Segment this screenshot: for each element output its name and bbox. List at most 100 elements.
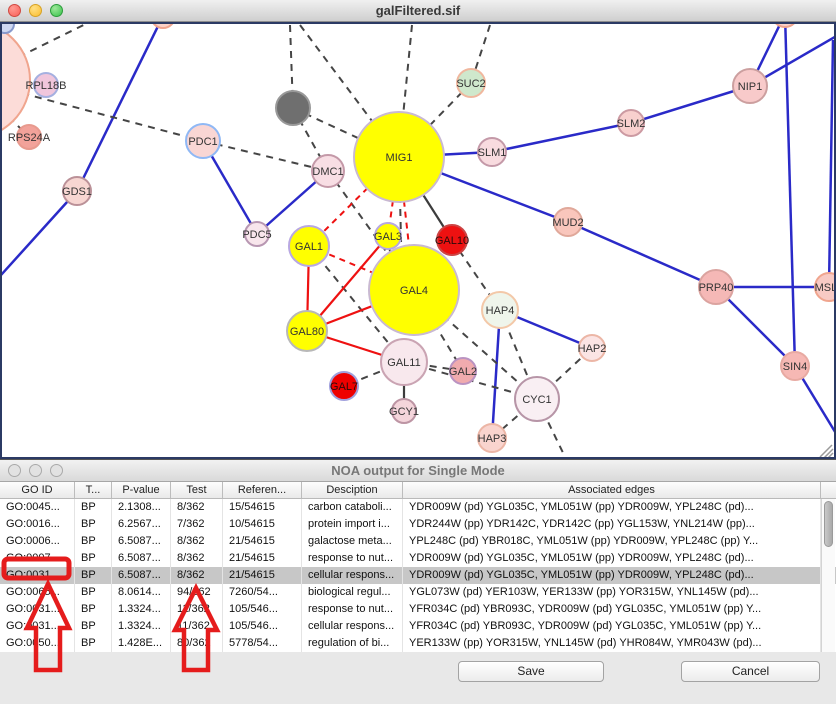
table-row[interactable]: GO:0065...BP8.0614...94/3627260/54...bio… [0,584,836,601]
node-GAL10[interactable]: GAL10 [435,225,469,255]
table-cell: YDR009W (pd) YGL035C, YML051W (pp) YDR00… [403,499,821,516]
table-cell: response to nut... [302,601,403,618]
edge-blue[interactable] [492,310,500,438]
edges-layer [0,22,836,459]
table-cell: 11/362 [171,618,223,635]
node-label: SIN4 [783,361,807,373]
table-cell: 6.5087... [112,567,171,584]
node-label: GDS1 [62,186,92,198]
node-MSL1[interactable]: MSL1 [815,273,836,301]
edge-blue[interactable] [568,222,716,287]
network-titlebar[interactable]: galFiltered.sif [0,0,836,22]
node-GAL4[interactable]: GAL4 [369,245,459,335]
node-GAL11[interactable]: GAL11 [381,339,427,385]
resize-grip-icon[interactable] [820,445,833,458]
table-body: GO:0045...BP2.1308...8/36215/54615carbon… [0,499,836,652]
table-header: GO IDT...P-valueTestReferen...Desciption… [0,482,836,499]
node-DMC1[interactable]: DMC1 [312,155,344,187]
edge-blue[interactable] [829,40,833,287]
node-label: CYC1 [522,394,551,406]
noa-window-title: NOA output for Single Mode [0,460,836,482]
node-label: MIG1 [386,152,413,164]
table-cell: YPL248C (pd) YBR018C, YML051W (pp) YDR00… [403,533,821,550]
node-HAP4[interactable]: HAP4 [482,292,518,328]
column-header-referen-[interactable]: Referen... [223,482,302,498]
node-NIP1[interactable]: NIP1 [733,69,767,103]
column-header-t-[interactable]: T... [75,482,112,498]
edge-blue[interactable] [492,123,631,152]
column-header-associated-edges[interactable]: Associated edges [403,482,821,498]
table-cell: GO:0007... [0,550,75,567]
table-cell: BP [75,584,112,601]
node-HAP3[interactable]: HAP3 [478,424,507,452]
edge-graydash[interactable] [203,141,328,171]
scrollbar-thumb[interactable] [824,501,833,547]
table-row[interactable]: GO:0031...BP6.5087...8/36221/54615cellul… [0,567,836,584]
table-cell: BP [75,567,112,584]
table-cell: YFR034C (pd) YBR093C, YDR009W (pd) YGL03… [403,601,821,618]
node-topfrag[interactable] [0,22,14,33]
cancel-button[interactable]: Cancel [681,661,820,682]
node-topright[interactable] [772,22,798,27]
node-HAP2[interactable]: HAP2 [578,335,607,361]
node-GAL80[interactable]: GAL80 [287,311,327,351]
node-GDS1[interactable]: GDS1 [62,177,92,205]
node-SLM2[interactable]: SLM2 [617,110,646,136]
node-GAL1[interactable]: GAL1 [289,226,329,266]
table-cell: 105/546... [223,601,302,618]
table-row[interactable]: GO:0031...BP1.3324...11/362105/546...res… [0,601,836,618]
save-button[interactable]: Save [458,661,604,682]
table-cell: GO:0006... [0,533,75,550]
column-header-go-id[interactable]: GO ID [0,482,75,498]
table-row[interactable]: GO:0050...BP1.428E...80/3625778/54...reg… [0,635,836,652]
column-header-test[interactable]: Test [171,482,223,498]
node-RPS24A[interactable]: RPS24A [8,125,51,149]
table-cell: GO:0031... [0,601,75,618]
node-GAL3[interactable]: GAL3 [374,223,402,249]
edge-blue[interactable] [785,22,795,366]
node-MUD2[interactable]: MUD2 [552,208,583,236]
node-SUC2[interactable]: SUC2 [456,69,485,97]
node-label: PDC5 [242,229,271,241]
table-row[interactable]: GO:0016...BP6.2567...7/36210/54615protei… [0,516,836,533]
node-label: SLM2 [617,118,646,130]
table-cell: GO:0045... [0,499,75,516]
node-GAL7[interactable]: GAL7 [330,372,358,400]
node-label: GAL2 [449,366,477,378]
node-PDC1[interactable]: PDC1 [186,124,220,158]
table-cell: YGL073W (pd) YER103W, YER133W (pp) YOR31… [403,584,821,601]
table-cell: 6.5087... [112,550,171,567]
node-topcenter[interactable] [151,22,175,28]
node-SLM1[interactable]: SLM1 [478,138,507,166]
node-SIN4[interactable]: SIN4 [781,352,809,380]
table-cell: BP [75,516,112,533]
table-cell: 2.1308... [112,499,171,516]
node-PRP40[interactable]: PRP40 [699,270,734,304]
node-label: GAL1 [295,241,323,253]
node-graynode[interactable] [276,91,310,125]
node-GAL2[interactable]: GAL2 [449,358,477,384]
table-cell: 1.3324... [112,618,171,635]
column-header-desciption[interactable]: Desciption [302,482,403,498]
edge-blue[interactable] [0,191,77,285]
table-cell: GO:0031... [0,618,75,635]
node-CYC1[interactable]: CYC1 [515,377,559,421]
table-row[interactable]: GO:0007...BP6.5087...8/36221/54615respon… [0,550,836,567]
table-cell: BP [75,618,112,635]
node-MIG1[interactable]: MIG1 [354,112,444,202]
node-RPL18B[interactable]: RPL18B [26,73,67,97]
node-label: GAL11 [387,357,420,369]
edge-blue[interactable] [631,86,750,123]
column-header-p-value[interactable]: P-value [112,482,171,498]
node-label: SLM1 [478,147,507,159]
noa-titlebar[interactable]: NOA output for Single Mode [0,460,836,482]
edge-blue[interactable] [77,22,163,191]
network-canvas[interactable]: RPL18B RPS24A GDS1 PDC1 PDC5 DMC1 MIG1 SUC2 SLM1… [0,22,836,459]
vertical-scrollbar[interactable] [821,499,835,652]
table-cell: 8.0614... [112,584,171,601]
table-row[interactable]: GO:0006...BP6.5087...8/36221/54615galact… [0,533,836,550]
table-cell: 80/362 [171,635,223,652]
table-row[interactable]: GO:0045...BP2.1308...8/36215/54615carbon… [0,499,836,516]
table-row[interactable]: GO:0031...BP1.3324...11/362105/546...cel… [0,618,836,635]
node-GCY1[interactable]: GCY1 [389,399,419,423]
